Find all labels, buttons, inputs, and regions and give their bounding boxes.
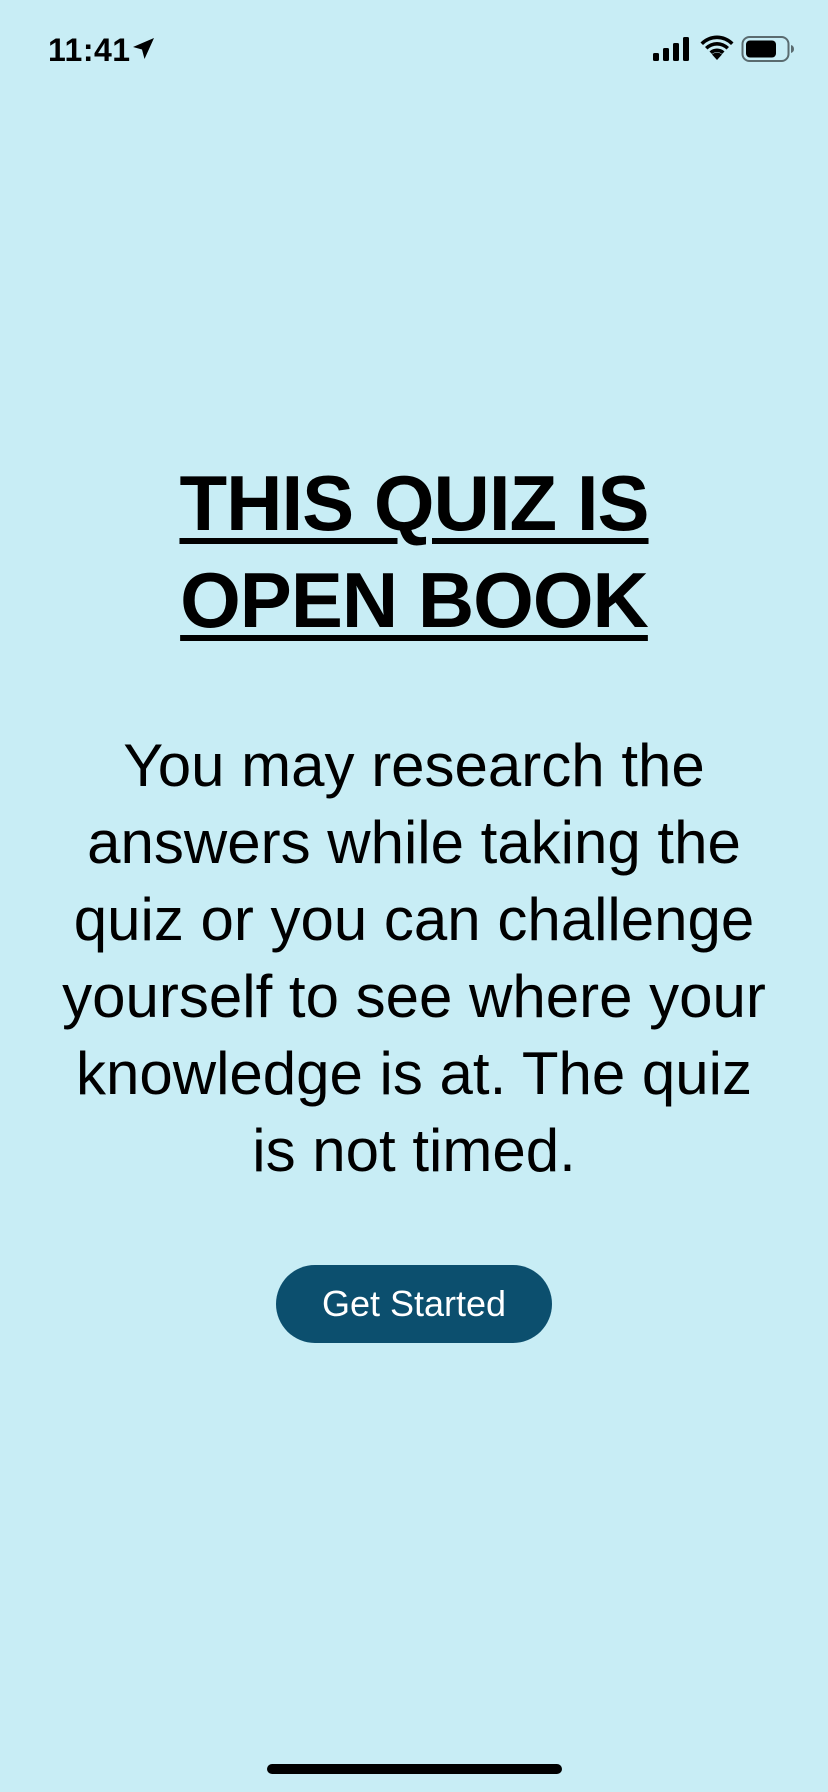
title-line-2: OPEN BOOK	[180, 556, 649, 644]
status-bar: 11:41	[0, 0, 828, 100]
quiz-description: You may research the answers while takin…	[62, 732, 766, 1184]
page-title: THIS QUIZ IS OPEN BOOK	[0, 455, 828, 649]
battery-icon	[741, 36, 794, 62]
location-arrow-icon	[133, 38, 154, 59]
get-started-button[interactable]: Get Started	[276, 1265, 552, 1343]
title-line-1: THIS QUIZ IS	[179, 459, 649, 547]
wifi-icon	[700, 35, 734, 60]
cellular-signal-icon	[653, 37, 689, 61]
status-time: 11:41	[48, 32, 131, 68]
home-indicator[interactable]	[267, 1764, 562, 1774]
